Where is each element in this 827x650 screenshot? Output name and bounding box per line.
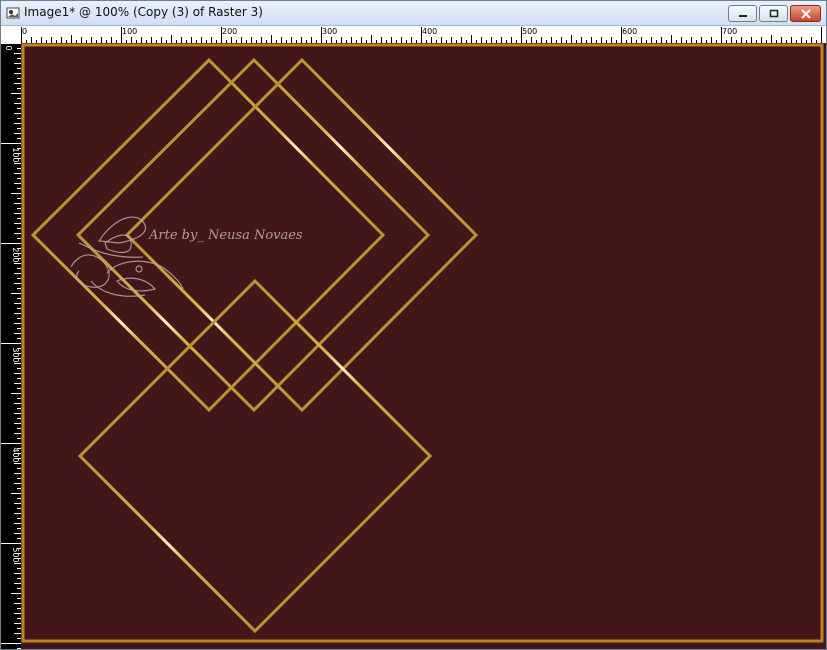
maximize-button[interactable] xyxy=(759,5,788,22)
ruler-top-label-100: 100 xyxy=(122,27,137,36)
ruler-left-label-0: 0 xyxy=(4,45,13,50)
maximize-icon xyxy=(768,4,780,23)
ruler-corner xyxy=(1,26,21,44)
ruler-top-label-0: 0 xyxy=(22,27,27,36)
minimize-button[interactable] xyxy=(728,5,757,22)
window-title: Image1* @ 100% (Copy (3) of Raster 3) xyxy=(24,5,263,19)
ruler-top-label-600: 600 xyxy=(622,27,637,36)
watermark-signature: Arte by_ Neusa Novaes xyxy=(70,216,303,297)
ruler-left-label-300: 300 xyxy=(11,347,20,362)
ruler-top-label-400: 400 xyxy=(422,27,437,36)
horizontal-ruler[interactable]: 0 100 200 300 400 500 600 700 xyxy=(21,26,826,44)
close-icon xyxy=(800,4,812,23)
ruler-left-label-400: 400 xyxy=(11,447,20,462)
image-document-icon xyxy=(6,5,20,19)
minimize-icon xyxy=(737,4,749,23)
title-bar[interactable]: Image1* @ 100% (Copy (3) of Raster 3) xyxy=(1,1,826,26)
image-canvas[interactable]: Arte by_ Neusa Novaes xyxy=(21,43,826,649)
ruler-left-label-100: 100 xyxy=(11,147,20,162)
ruler-top-label-200: 200 xyxy=(222,27,237,36)
ruler-top-label-300: 300 xyxy=(322,27,337,36)
image-window: Image1* @ 100% (Copy (3) of Raster 3) 0 … xyxy=(0,0,827,650)
ruler-top-label-700: 700 xyxy=(722,27,737,36)
close-button[interactable] xyxy=(790,5,821,22)
ruler-left-label-500: 500 xyxy=(11,547,20,562)
ruler-left-label-200: 200 xyxy=(11,247,20,262)
vertical-ruler[interactable]: 0 100 200 300 400 500 xyxy=(1,43,21,649)
ruler-top-label-500: 500 xyxy=(522,27,537,36)
watermark-text: Arte by_ Neusa Novaes xyxy=(148,228,303,243)
